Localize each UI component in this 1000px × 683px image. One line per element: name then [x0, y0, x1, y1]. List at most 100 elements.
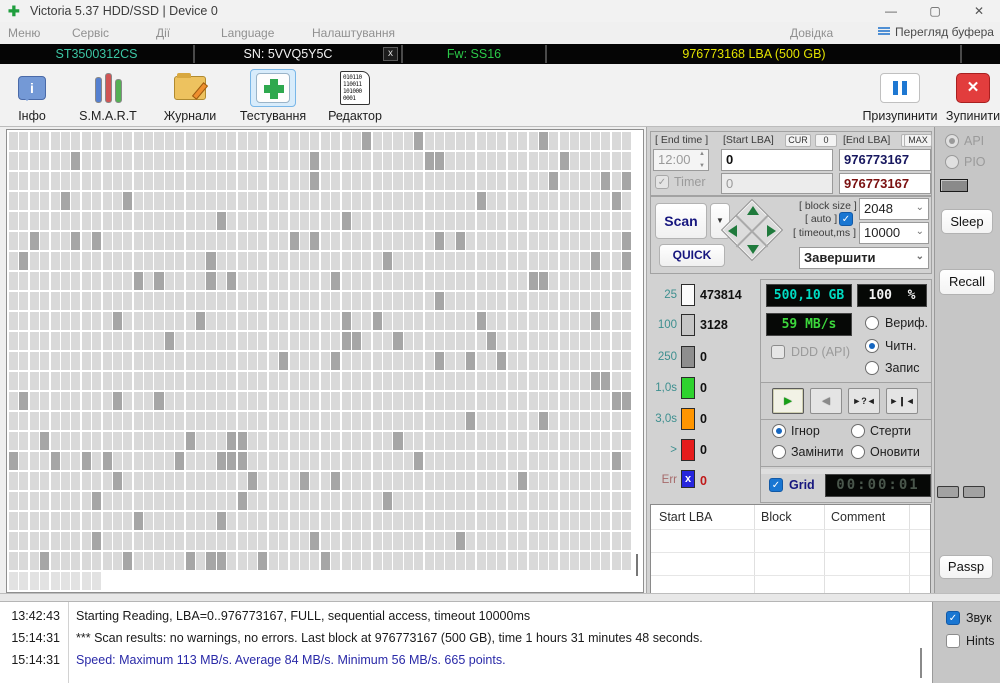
block-cell [622, 291, 632, 311]
block-cell [50, 431, 60, 451]
play-button[interactable]: ► [772, 388, 804, 414]
mini-button-2[interactable] [963, 486, 985, 498]
mini-button-1[interactable] [937, 486, 959, 498]
menu-item-language[interactable]: Language [221, 26, 274, 40]
nav-right-arrow[interactable] [767, 225, 776, 237]
stat-value: 3128 [700, 318, 728, 332]
block-cell [175, 171, 185, 191]
editor-button[interactable]: 010110 110011 101000 0001 Редактор [315, 69, 395, 123]
block-cell [528, 511, 538, 531]
end-lba-input[interactable]: 976773167 [839, 149, 931, 171]
block-cell [9, 491, 19, 511]
log-scrollbar[interactable] [920, 648, 922, 678]
tab-close-button[interactable]: x [383, 47, 398, 61]
mode-radio-read[interactable] [865, 339, 879, 353]
seek-question-button[interactable]: ►?◄ [848, 388, 880, 414]
end-time-spinner[interactable]: 12:00 ▲ ▼ [653, 149, 709, 171]
table-header-block[interactable]: Block [761, 510, 792, 524]
block-cell [403, 511, 413, 531]
action-radio-replace[interactable] [772, 445, 786, 459]
block-cell [559, 211, 569, 231]
pio-radio[interactable] [945, 155, 959, 169]
nav-diamond[interactable] [720, 198, 784, 262]
buffer-view-button[interactable]: Перегляд буфера [878, 25, 994, 39]
mode-radio-verify[interactable] [865, 316, 879, 330]
block-cell [102, 271, 112, 291]
menu-item-help[interactable]: Довідка [790, 26, 833, 40]
block-cell [362, 491, 372, 511]
scan-button[interactable]: Scan [655, 203, 707, 239]
smart-button[interactable]: S.M.A.R.T [68, 69, 148, 123]
end-lba-max-button[interactable]: MAX [904, 134, 932, 147]
recall-button[interactable]: Recall [939, 269, 995, 295]
timer-input[interactable]: 0 [721, 173, 833, 194]
block-cell [279, 191, 289, 211]
block-cell [268, 551, 278, 571]
nav-up-arrow[interactable] [747, 206, 759, 215]
maximize-button[interactable]: ▢ [918, 2, 952, 20]
block-cell [289, 171, 299, 191]
nav-down-arrow[interactable] [747, 245, 759, 254]
block-cell [538, 471, 549, 491]
block-cell [154, 451, 164, 471]
action-radio-ignore[interactable] [772, 424, 786, 438]
timer-checkbox[interactable]: ✓ [655, 175, 669, 189]
mode-radio-write[interactable] [865, 361, 879, 375]
sound-checkbox[interactable]: ✓ [946, 611, 960, 625]
after-action-select[interactable]: Завершити ⌄ [799, 247, 929, 269]
block-cell [393, 371, 403, 391]
menu-item-actions[interactable]: Дії [156, 26, 170, 40]
log-time: 15:14:31 [11, 631, 60, 645]
device-firmware-tab[interactable]: Fw: SS16 [404, 46, 544, 62]
block-cell [590, 391, 600, 411]
splitter[interactable] [0, 593, 1000, 602]
passp-button[interactable]: Passp [939, 555, 993, 579]
journals-button[interactable]: Журнали [150, 69, 230, 123]
block-cell [29, 491, 39, 511]
block-cell [29, 191, 39, 211]
menu-item-settings[interactable]: Налаштування [312, 26, 395, 40]
start-lba-zero-button[interactable]: 0 [815, 134, 837, 147]
block-cell [580, 132, 590, 151]
table-header-startlba[interactable]: Start LBA [659, 510, 713, 524]
grid-scrollbar[interactable] [636, 554, 638, 576]
block-cell [476, 171, 486, 191]
info-button[interactable]: i Інфо [0, 69, 72, 123]
spin-up-icon[interactable]: ▲ [699, 151, 705, 157]
timeout-select[interactable]: 10000 ⌄ [859, 222, 929, 244]
table-header-comment[interactable]: Comment [831, 510, 885, 524]
quick-button[interactable]: QUICK [659, 244, 725, 267]
block-cell [268, 311, 278, 331]
block-cell [570, 511, 580, 531]
block-cell [622, 191, 632, 211]
menu-item-menu[interactable]: Меню [8, 26, 40, 40]
spin-down-icon[interactable]: ▼ [699, 163, 705, 169]
minimize-button[interactable]: — [874, 2, 908, 20]
close-button[interactable]: ✕ [962, 2, 996, 20]
nav-left-arrow[interactable] [728, 225, 737, 237]
seek-edge-button[interactable]: ►❙◄ [886, 388, 918, 414]
device-model-tab[interactable]: ST3500312CS [0, 46, 193, 62]
sleep-button[interactable]: Sleep [941, 209, 993, 234]
testing-button[interactable]: Тестування [233, 69, 313, 123]
grid-checkbox[interactable]: ✓ [769, 478, 783, 492]
pause-button[interactable]: Призупинити [860, 69, 940, 123]
block-cell [71, 351, 81, 371]
ddd-checkbox[interactable] [771, 345, 785, 359]
menu-item-service[interactable]: Сервіс [72, 26, 109, 40]
log-text: Speed: Maximum 113 MB/s. Average 84 MB/s… [76, 653, 506, 667]
start-lba-input[interactable]: 0 [721, 149, 833, 171]
action-radio-erase[interactable] [851, 424, 865, 438]
block-size-select[interactable]: 2048 ⌄ [859, 198, 929, 220]
block-cell [9, 411, 19, 431]
reverse-button[interactable]: ◄ [810, 388, 842, 414]
block-cell [570, 271, 580, 291]
action-radio-refresh[interactable] [851, 445, 865, 459]
block-cell [622, 391, 632, 411]
stop-button[interactable]: ✕ Зупинити [933, 69, 1000, 123]
auto-checkbox[interactable]: ✓ [839, 212, 853, 226]
hints-checkbox[interactable] [946, 634, 960, 648]
device-serial-tab[interactable]: SN: 5VVQ5Y5C [196, 46, 380, 62]
start-lba-cur-button[interactable]: CUR [785, 134, 811, 147]
api-radio[interactable] [945, 134, 959, 148]
